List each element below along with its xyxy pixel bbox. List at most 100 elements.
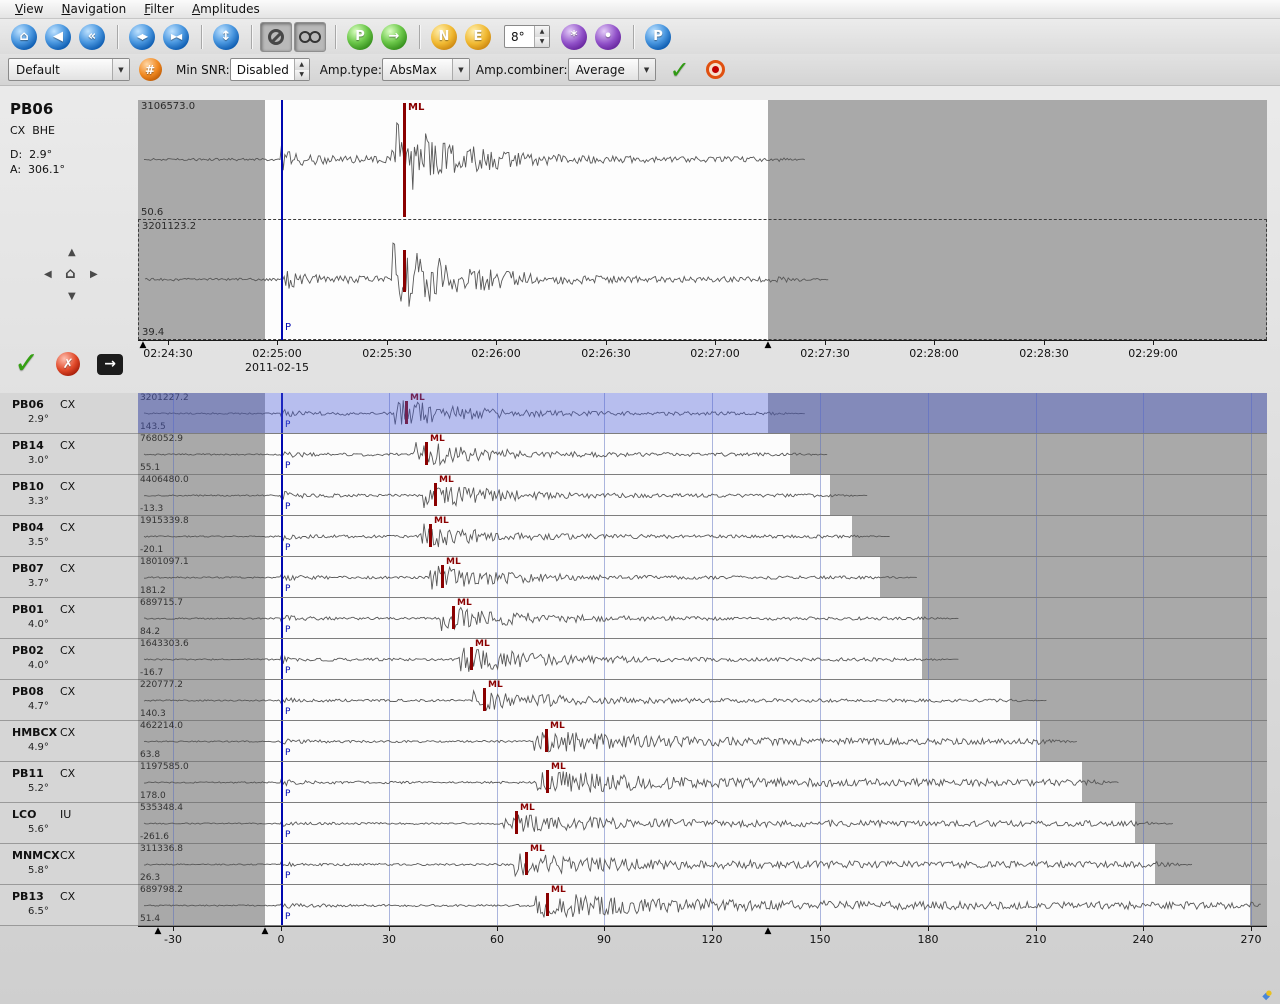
scroll-up-button[interactable]: ▲ xyxy=(68,248,76,258)
menu-navigation[interactable]: Navigation xyxy=(52,1,135,17)
ml-amplitude-marker[interactable] xyxy=(434,483,437,506)
station-row[interactable]: PB07CX3.7°PML1801097.1181.2 xyxy=(0,557,1280,598)
trace-strip[interactable]: PML3201227.2143.5 xyxy=(138,393,1267,434)
p-pick-marker[interactable] xyxy=(281,516,283,556)
ml-amplitude-marker[interactable] xyxy=(425,442,428,465)
trace-strip[interactable]: PML311336.826.3 xyxy=(138,844,1267,885)
ml-amplitude-marker[interactable] xyxy=(405,401,408,424)
station-row[interactable]: PB08CX4.7°PML220777.2140.3 xyxy=(0,680,1280,721)
spin-up-icon[interactable]: ▲ xyxy=(535,26,549,37)
trace-strip[interactable]: PML1915339.8-20.1 xyxy=(138,516,1267,557)
apply-next-button[interactable]: → xyxy=(97,354,123,375)
trace-strip[interactable]: PML1643303.6-16.7 xyxy=(138,639,1267,680)
amplitude-tool-button[interactable]: * xyxy=(558,22,590,52)
time-cursor-marker-icon[interactable]: ▲ xyxy=(155,927,162,936)
station-row[interactable]: PB01CX4.0°PML689715.784.2 xyxy=(0,598,1280,639)
component-e-button[interactable]: E xyxy=(462,22,494,52)
magnitude-tool-button[interactable]: • xyxy=(592,22,624,52)
trace-strip[interactable]: PML1197585.0178.0 xyxy=(138,762,1267,803)
p-pick-marker[interactable] xyxy=(281,434,283,474)
ml-amplitude-marker[interactable] xyxy=(515,811,518,834)
p-pick-marker[interactable] xyxy=(281,844,283,884)
zoom-trace-1[interactable]: 3106573.0 50.6 xyxy=(138,100,1267,219)
jump-start-button[interactable]: « xyxy=(76,22,108,52)
accept-pick-button[interactable]: ✓ xyxy=(14,350,39,378)
station-row[interactable]: PB14CX3.0°PML768052.955.1 xyxy=(0,434,1280,475)
shrink-timewindow-button[interactable]: ▶◀ xyxy=(160,22,192,52)
scroll-left-button[interactable]: ◀ xyxy=(44,270,52,280)
p-pick-marker[interactable] xyxy=(281,803,283,843)
recalculate-magnitude-button[interactable] xyxy=(706,60,725,79)
time-cursor-marker-icon[interactable]: ▲ xyxy=(765,341,772,350)
filter-profile-select[interactable]: Default ▼ xyxy=(8,58,130,81)
station-row[interactable]: PB11CX5.2°PML1197585.0178.0 xyxy=(0,762,1280,803)
confirm-pick-button[interactable]: → xyxy=(378,22,410,52)
pick-p-phase-button[interactable]: P xyxy=(344,22,376,52)
p-pick-marker[interactable] xyxy=(281,885,283,925)
ml-amplitude-marker[interactable] xyxy=(403,103,406,217)
trace-strip[interactable]: PML689715.784.2 xyxy=(138,598,1267,639)
p-pick-marker[interactable] xyxy=(281,598,283,638)
zoom-trace-panel[interactable]: 3106573.0 50.6 3201123.2 39.4 P ML xyxy=(138,100,1267,340)
min-snr-spinbox[interactable]: Disabled ▲ ▼ xyxy=(230,58,310,81)
trace-strip[interactable]: PML689798.251.4 xyxy=(138,885,1267,926)
station-row[interactable]: LCOIU5.6°PML535348.4-261.6 xyxy=(0,803,1280,844)
phase-profile-p-button[interactable]: P xyxy=(642,22,674,52)
amp-type-select[interactable]: AbsMax ▼ xyxy=(382,58,470,81)
amp-combiner-select[interactable]: Average ▼ xyxy=(568,58,656,81)
zoom-time-axis[interactable]: 02:24:3002:25:0002:25:3002:26:0002:26:30… xyxy=(138,340,1267,376)
spin-down-icon[interactable]: ▼ xyxy=(535,37,549,48)
review-picks-toggle[interactable] xyxy=(294,22,326,52)
apply-amplitudes-button[interactable]: ✓ xyxy=(670,56,690,84)
zoom-trace-2-selected[interactable]: 3201123.2 39.4 xyxy=(138,219,1267,340)
menu-filter[interactable]: Filter xyxy=(135,1,183,17)
station-row[interactable]: PB10CX3.3°PML4406480.0-13.3 xyxy=(0,475,1280,516)
scroll-right-button[interactable]: ▶ xyxy=(90,270,98,280)
ml-amplitude-marker[interactable] xyxy=(546,770,549,793)
p-pick-marker[interactable] xyxy=(281,557,283,597)
station-row[interactable]: PB13CX6.5°PML689798.251.4 xyxy=(0,885,1280,926)
rotation-angle-spinbox[interactable]: 8° ▲ ▼ xyxy=(504,25,550,48)
ml-amplitude-marker[interactable] xyxy=(470,647,473,670)
ml-amplitude-marker[interactable] xyxy=(483,688,486,711)
ml-amplitude-marker[interactable] xyxy=(441,565,444,588)
renumber-button[interactable]: # xyxy=(134,55,166,85)
trace-strip[interactable]: PML462214.063.8 xyxy=(138,721,1267,762)
ml-amplitude-marker[interactable] xyxy=(525,852,528,875)
center-home-button[interactable]: ⌂ xyxy=(65,266,76,280)
reject-pick-button[interactable]: ✗ xyxy=(56,352,80,376)
p-pick-marker[interactable] xyxy=(281,721,283,761)
trace-strip[interactable]: PML535348.4-261.6 xyxy=(138,803,1267,844)
p-pick-marker[interactable] xyxy=(281,475,283,515)
station-row[interactable]: PB06CX2.9°PML3201227.2143.5 xyxy=(0,393,1280,434)
scroll-down-button[interactable]: ▼ xyxy=(68,292,76,302)
station-row[interactable]: PB04CX3.5°PML1915339.8-20.1 xyxy=(0,516,1280,557)
station-row[interactable]: MNMCXCX5.8°PML311336.826.3 xyxy=(0,844,1280,885)
ml-amplitude-marker[interactable] xyxy=(545,729,548,752)
p-pick-marker[interactable] xyxy=(281,639,283,679)
p-pick-marker[interactable] xyxy=(281,393,283,433)
trace-strip[interactable]: PML768052.955.1 xyxy=(138,434,1267,475)
trace-strip[interactable]: PML1801097.1181.2 xyxy=(138,557,1267,598)
scroll-left-button[interactable]: ◀ xyxy=(42,22,74,52)
p-pick-marker[interactable] xyxy=(281,680,283,720)
menu-view[interactable]: View xyxy=(6,1,52,17)
time-cursor-marker-icon[interactable]: ▲ xyxy=(262,927,269,936)
spin-down-icon[interactable]: ▼ xyxy=(295,70,309,81)
ml-amplitude-marker[interactable] xyxy=(546,893,549,916)
component-n-button[interactable]: N xyxy=(428,22,460,52)
p-pick-marker[interactable] xyxy=(281,100,283,340)
station-row[interactable]: PB02CX4.0°PML1643303.6-16.7 xyxy=(0,639,1280,680)
trace-strip[interactable]: PML220777.2140.3 xyxy=(138,680,1267,721)
vertical-zoom-button[interactable]: ↕ xyxy=(210,22,242,52)
trace-strip[interactable]: PML4406480.0-13.3 xyxy=(138,475,1267,516)
p-pick-marker[interactable] xyxy=(281,762,283,802)
ml-amplitude-marker[interactable] xyxy=(403,250,406,292)
menu-amplitudes[interactable]: Amplitudes xyxy=(183,1,269,17)
ml-amplitude-marker[interactable] xyxy=(452,606,455,629)
ml-amplitude-marker[interactable] xyxy=(429,524,432,547)
resize-grip[interactable]: ◆● xyxy=(1262,991,1276,1002)
reset-view-button[interactable]: ⌂ xyxy=(8,22,40,52)
station-row[interactable]: HMBCXCX4.9°PML462214.063.8 xyxy=(0,721,1280,762)
disable-picking-toggle[interactable] xyxy=(260,22,292,52)
